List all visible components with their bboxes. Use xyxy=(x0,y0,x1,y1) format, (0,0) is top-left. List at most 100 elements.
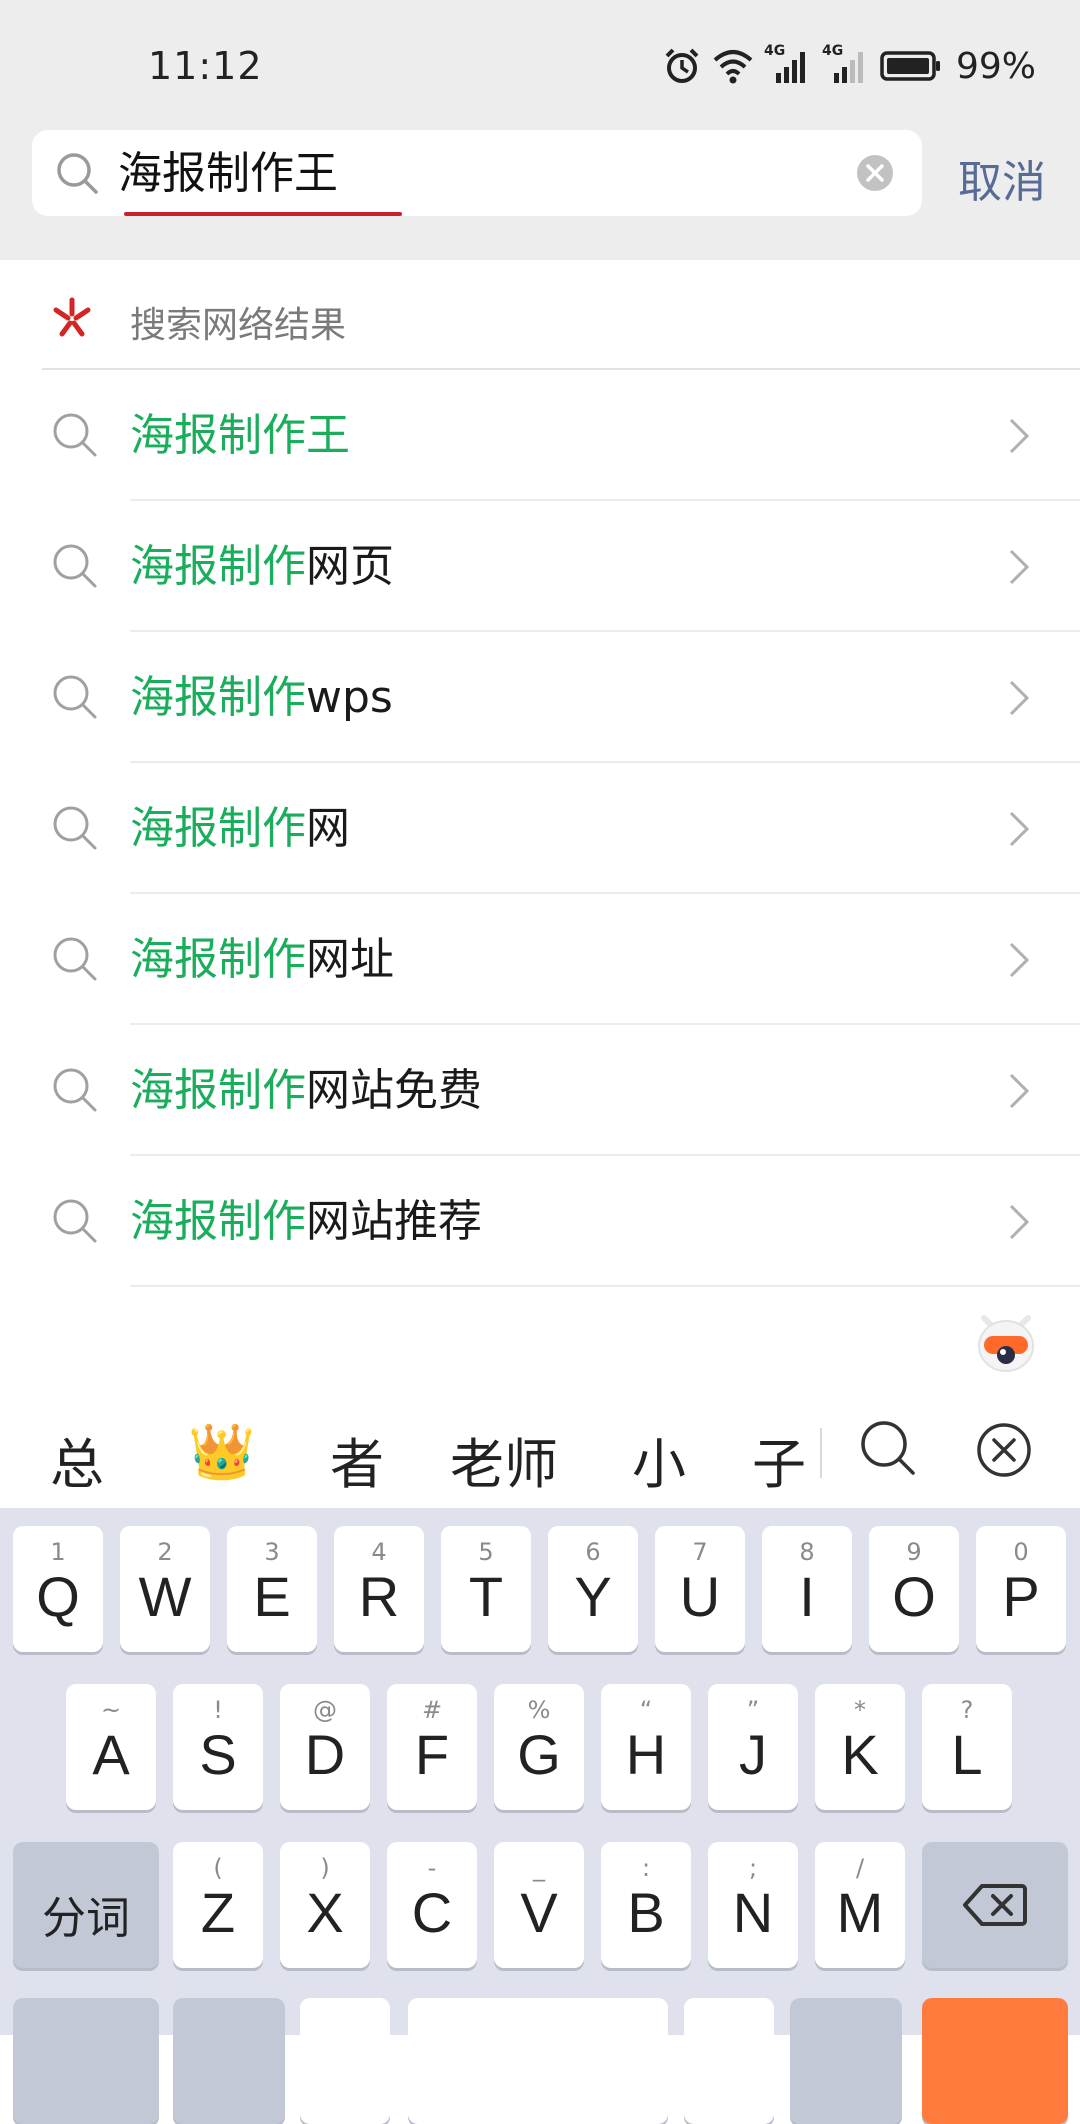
key-g[interactable]: % G xyxy=(494,1684,584,1810)
keyboard: 1Q 2W 3E 4R 5T 6Y 7U 8I 9O 0P ~ A ! S @ D #… xyxy=(0,1508,1080,2124)
ime-search-icon[interactable] xyxy=(858,1418,918,1478)
backspace-key[interactable] xyxy=(922,1842,1068,1968)
suggestion-highlight: 海报制作 xyxy=(130,934,306,985)
split-word-key[interactable]: 分词 xyxy=(13,1842,159,1968)
suggestion-text: 海报制作网 xyxy=(130,803,350,855)
key-t[interactable]: 5T xyxy=(441,1526,531,1652)
suggestion-highlight: 海报制作王 xyxy=(130,410,350,461)
suggestion-row[interactable]: 海报制作网页 xyxy=(0,501,1080,632)
web-search-logo-icon xyxy=(53,297,91,337)
ime-candidate[interactable]: 子 xyxy=(752,1420,806,1499)
key-m[interactable]: / M xyxy=(815,1842,905,1968)
ime-candidate-emoji[interactable]: 👑 xyxy=(188,1420,255,1484)
key-y[interactable]: 6Y xyxy=(548,1526,638,1652)
alarm-icon xyxy=(665,48,699,83)
emoji-key[interactable] xyxy=(173,1998,285,2124)
web-results-header[interactable]: 搜索网络结果 xyxy=(42,260,1080,370)
key-label: 分词 xyxy=(42,1893,130,1944)
key-label: K xyxy=(841,1723,879,1786)
suggestion-highlight: 海报制作 xyxy=(130,1196,306,1247)
key-sub: ~ xyxy=(100,1696,122,1724)
chevron-right-icon xyxy=(1009,1204,1030,1240)
key-h[interactable]: “H xyxy=(601,1684,691,1810)
ime-candidate[interactable]: 老师 xyxy=(450,1420,558,1499)
key-label: Z xyxy=(200,1881,236,1944)
comma-key[interactable] xyxy=(300,1998,390,2124)
search-input[interactable]: 海报制作王 xyxy=(32,130,922,216)
assistant-bot-icon[interactable] xyxy=(976,1310,1036,1374)
key-i[interactable]: 8I xyxy=(762,1526,852,1652)
search-icon xyxy=(53,1068,97,1112)
suggestion-rest: 网址 xyxy=(306,934,394,985)
key-sub: ) xyxy=(320,1854,330,1882)
key-d[interactable]: @ D xyxy=(280,1684,370,1810)
suggestion-text: 海报制作王 xyxy=(130,410,350,462)
key-a[interactable]: ~ A xyxy=(66,1684,156,1810)
key-p[interactable]: 0P xyxy=(976,1526,1066,1652)
ime-candidate[interactable]: 小 xyxy=(632,1420,686,1499)
suggestion-row[interactable]: 海报制作wps xyxy=(0,632,1080,763)
key-label: T xyxy=(468,1565,504,1628)
key-sub: “ xyxy=(639,1696,653,1724)
suggestion-row[interactable]: 海报制作网站推荐 xyxy=(0,1156,1080,1287)
key-label: H xyxy=(625,1723,667,1786)
key-label: E xyxy=(253,1565,291,1628)
key-b[interactable]: :B xyxy=(601,1842,691,1968)
suggestion-row[interactable]: 海报制作网址 xyxy=(0,894,1080,1025)
suggestion-row[interactable]: 海报制作网 xyxy=(0,763,1080,894)
key-w[interactable]: 2W xyxy=(120,1526,210,1652)
period-key[interactable] xyxy=(684,1998,774,2124)
search-icon xyxy=(53,1199,97,1243)
suggestion-highlight: 海报制作 xyxy=(130,803,306,854)
space-key[interactable] xyxy=(408,1998,668,2124)
signal-icon-2: 4G xyxy=(822,43,870,85)
key-q[interactable]: 1Q xyxy=(13,1526,103,1652)
key-label: W xyxy=(138,1565,192,1628)
key-label: R xyxy=(358,1565,400,1628)
key-label: B xyxy=(627,1881,665,1944)
ime-candidate[interactable]: 总 xyxy=(50,1420,104,1499)
battery-icon xyxy=(880,51,940,81)
suggestion-rest: wps xyxy=(306,672,393,723)
key-label: M xyxy=(836,1881,884,1944)
language-switch-key[interactable] xyxy=(790,1998,902,2124)
key-label: J xyxy=(739,1723,767,1786)
key-label: L xyxy=(951,1723,983,1786)
key-u[interactable]: 7U xyxy=(655,1526,745,1652)
key-label: X xyxy=(306,1881,344,1944)
search-icon xyxy=(53,544,97,588)
key-k[interactable]: * K xyxy=(815,1684,905,1810)
key-o[interactable]: 9O xyxy=(869,1526,959,1652)
battery-percent: 99% xyxy=(955,45,1036,87)
key-s[interactable]: ! S xyxy=(173,1684,263,1810)
key-n[interactable]: ; N xyxy=(708,1842,798,1968)
key-z[interactable]: (Z xyxy=(173,1842,263,1968)
suggestion-text: 海报制作网址 xyxy=(130,934,394,986)
key-label: V xyxy=(520,1881,558,1944)
suggestion-row[interactable]: 海报制作网站免费 xyxy=(0,1025,1080,1156)
ime-collapse-icon[interactable] xyxy=(976,1422,1032,1478)
key-label: Y xyxy=(574,1565,612,1628)
key-label: O xyxy=(892,1565,936,1628)
key-r[interactable]: 4R xyxy=(334,1526,424,1652)
chevron-right-icon xyxy=(1009,1073,1030,1109)
key-f[interactable]: # F xyxy=(387,1684,477,1810)
key-e[interactable]: 3E xyxy=(227,1526,317,1652)
key-label: S xyxy=(199,1723,237,1786)
suggestion-text: 海报制作wps xyxy=(130,672,393,724)
key-l[interactable]: ? L xyxy=(922,1684,1012,1810)
key-label: P xyxy=(1002,1565,1040,1628)
key-sub: 7 xyxy=(692,1538,708,1566)
key-j[interactable]: ” J xyxy=(708,1684,798,1810)
key-sub: # xyxy=(421,1696,443,1724)
clear-icon[interactable] xyxy=(856,154,894,192)
suggestion-row[interactable]: 海报制作王 xyxy=(0,370,1080,501)
symbol-key[interactable] xyxy=(13,1998,159,2124)
key-x[interactable]: ) X xyxy=(280,1842,370,1968)
key-c[interactable]: -C xyxy=(387,1842,477,1968)
ime-candidate[interactable]: 者 xyxy=(330,1420,384,1499)
key-v[interactable]: _ V xyxy=(494,1842,584,1968)
cancel-button[interactable]: 取消 xyxy=(958,146,1046,210)
search-query-text[interactable]: 海报制作王 xyxy=(118,150,338,198)
search-enter-key[interactable] xyxy=(922,1998,1068,2124)
